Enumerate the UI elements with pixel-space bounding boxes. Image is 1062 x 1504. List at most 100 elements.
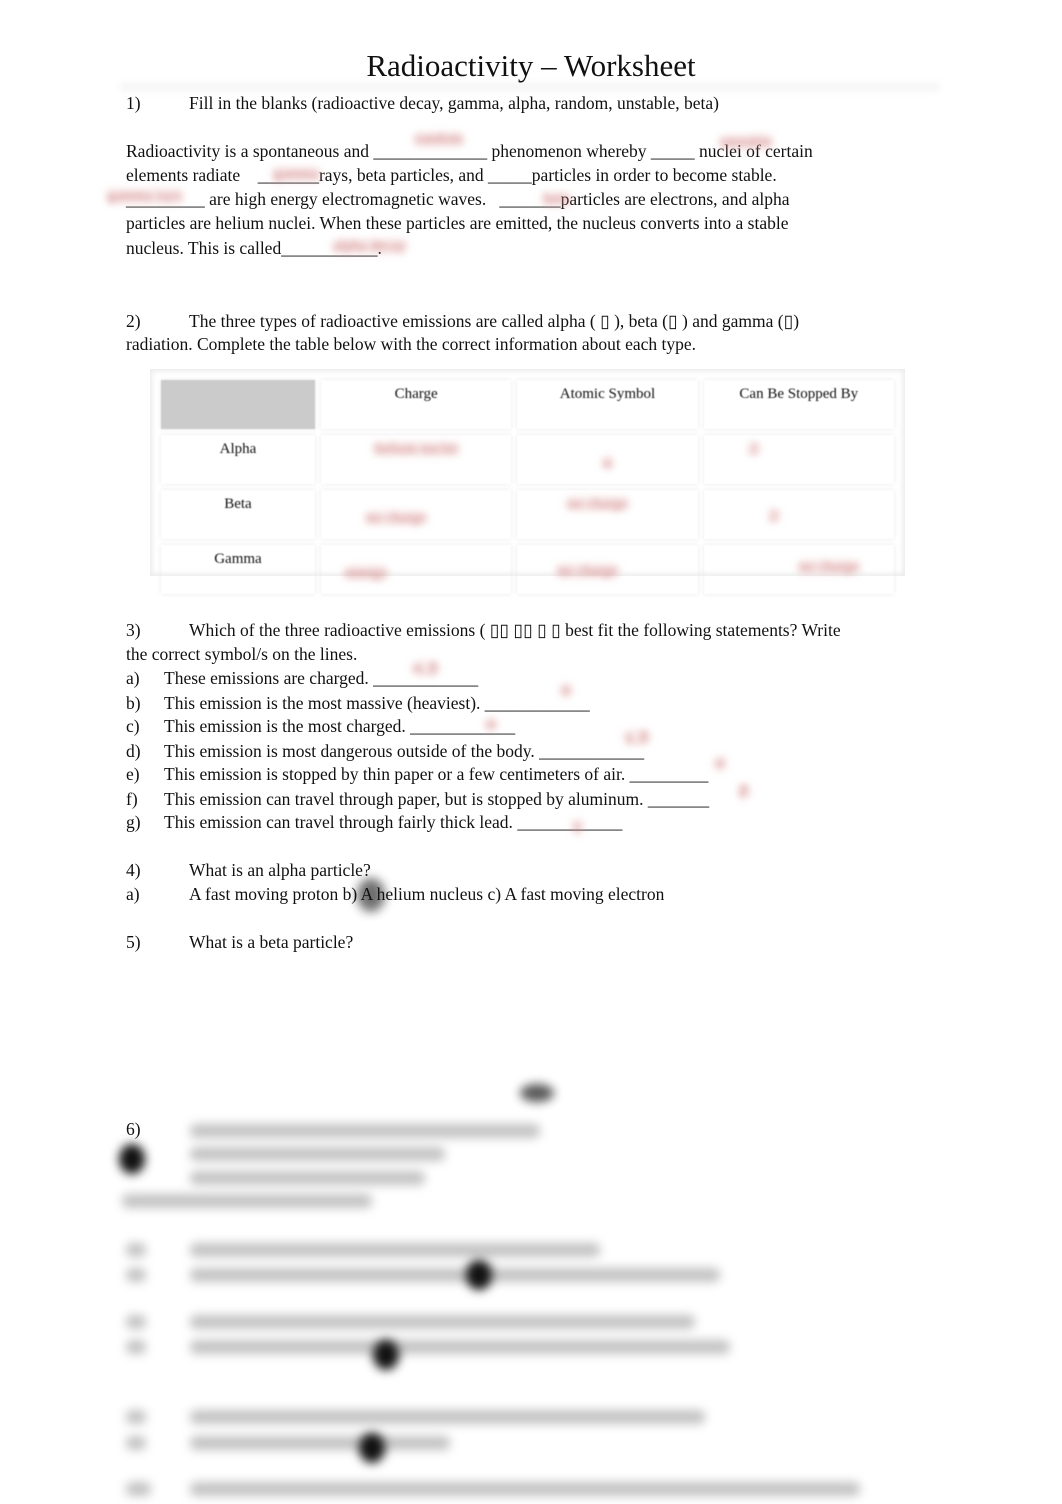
- q1-blank-4[interactable]: _____: [488, 165, 532, 185]
- obscured-text-line: [126, 1340, 146, 1354]
- q1-text: particles in order to become stable.: [531, 165, 777, 185]
- selection-mark: [357, 878, 385, 912]
- q1-text: rays, beta particles, and: [318, 165, 489, 185]
- q3-item-blank[interactable]: ____________: [485, 693, 590, 713]
- table-cell[interactable]: no charge: [517, 545, 697, 594]
- selection-mark: [359, 1433, 385, 1463]
- table-cell[interactable]: energy: [321, 545, 511, 594]
- q3-item-letter: f): [126, 789, 138, 809]
- obscured-text-line: [190, 1340, 730, 1354]
- obscured-text-line: [190, 1171, 425, 1185]
- q3-item: g) This emission can travel through fairl…: [126, 810, 622, 834]
- obscured-answer: helium nuclei: [371, 441, 462, 457]
- selection-mark: [466, 1260, 492, 1290]
- q4-options-text[interactable]: A fast moving proton b) A helium nucleus…: [189, 884, 664, 904]
- obscured-text-line: [190, 1482, 860, 1496]
- obscured-text-line: [126, 1410, 146, 1424]
- obscured-text-line: [126, 1268, 146, 1282]
- q4-number: 4): [126, 860, 141, 880]
- q3-item-text: This emission can travel through paper, …: [164, 789, 648, 809]
- q5-number: 5): [126, 932, 141, 952]
- obscured-answer: γ: [570, 818, 585, 835]
- obscured-answer: alpha decay: [330, 238, 410, 255]
- q5-prompt: What is a beta particle?: [189, 932, 354, 952]
- q3-line-1: 3) Which of the three radioactive emissio…: [126, 618, 841, 642]
- obscured-answer: beta: [540, 191, 573, 208]
- q3-number: 3): [126, 620, 141, 640]
- obscured-answer: α: [483, 716, 499, 733]
- obscured-text-line: [190, 1315, 695, 1329]
- obscured-answer: α, β: [410, 660, 441, 677]
- q3-item-blank[interactable]: _________: [630, 764, 709, 784]
- q4-options: a) A fast moving proton b) A helium nucle…: [126, 882, 664, 906]
- q3-item-text: This emission is stopped by thin paper o…: [164, 764, 630, 784]
- selection-mark: [520, 1084, 554, 1102]
- q1-line-2: elements radiate _______rays, beta parti…: [126, 163, 777, 187]
- table-cell[interactable]: 2: [704, 490, 894, 539]
- table-header-row: Charge Atomic Symbol Can Be Stopped By: [161, 380, 894, 429]
- obscured-text-line: [126, 1436, 146, 1450]
- q6-number: 6): [126, 1119, 141, 1139]
- q1-text: are high energy electromagnetic waves.: [204, 189, 500, 209]
- q3-item-letter: c): [126, 716, 140, 736]
- q3-item-letter: a): [126, 668, 140, 688]
- obscured-answer: α: [599, 455, 616, 471]
- obscured-text-line: [190, 1147, 445, 1161]
- obscured-answer: no charge: [564, 496, 631, 512]
- q2-prompt: The three types of radioactive emissions…: [189, 311, 800, 331]
- q1-text: elements radiate: [126, 165, 245, 185]
- obscured-answer: no charge: [362, 510, 430, 526]
- table-cell[interactable]: helium nuclei: [321, 435, 511, 484]
- table-corner-cell: [161, 380, 315, 429]
- obscured-answer: 2: [766, 508, 782, 524]
- q1-line-4: particles are helium nuclei. When these …: [126, 213, 789, 233]
- obscured-answer: β: [736, 783, 752, 800]
- obscured-answer: γ, β: [622, 729, 652, 746]
- table-cell[interactable]: no charge: [517, 490, 697, 539]
- q2-line-2: radiation. Complete the table below with…: [126, 334, 697, 354]
- obscured-text-line: [190, 1268, 720, 1282]
- q3-prompt: Which of the three radioactive emissions…: [189, 620, 841, 640]
- obscured-answer: 2: [746, 441, 762, 457]
- table-header-charge: Charge: [321, 380, 511, 429]
- table-header-stopped-by: Can Be Stopped By: [704, 380, 894, 429]
- page-title: Radioactivity – Worksheet: [366, 48, 696, 83]
- table-cell[interactable]: no charge: [704, 545, 894, 594]
- table-row-label: Beta: [161, 490, 315, 539]
- obscured-text-line: [122, 1194, 372, 1208]
- q3-item: f) This emission can travel through paper…: [126, 787, 709, 811]
- q1-line-3: _________ are high energy electromagneti…: [126, 187, 789, 211]
- obscured-answer: unstable: [717, 134, 775, 151]
- q3-item: c) This emission is the most charged. ___…: [126, 714, 515, 738]
- table-cell[interactable]: no charge: [321, 490, 511, 539]
- selection-mark: [373, 1340, 399, 1370]
- table-cell[interactable]: α: [517, 435, 697, 484]
- q3-item-letter: e): [126, 764, 140, 784]
- q3-item-text: This emission is the most charged.: [164, 716, 411, 736]
- q1-blank-2[interactable]: _____: [651, 141, 695, 161]
- q2-number: 2): [126, 311, 141, 331]
- table-row-label: Alpha: [161, 435, 315, 484]
- obscured-text-line: [126, 1482, 151, 1496]
- q1-header: 1) Fill in the blanks (radioactive decay,…: [126, 91, 719, 115]
- obscured-text-line: [190, 1436, 450, 1450]
- q3-item-blank[interactable]: ____________: [410, 716, 515, 736]
- q1-text: particles are electrons, and alpha: [560, 189, 790, 209]
- q3-item-text: This emission is the most massive (heavi…: [164, 693, 485, 713]
- obscured-answer: gamma: [270, 166, 323, 183]
- q1-line-1: Radioactivity is a spontaneous and _____…: [126, 139, 813, 163]
- table-row: Alpha helium nuclei α 2: [161, 435, 894, 484]
- q3-item-blank[interactable]: _______: [648, 789, 709, 809]
- q3-item-letter: d): [126, 741, 141, 761]
- q3-item-letter: g): [126, 812, 141, 832]
- table-cell[interactable]: 2: [704, 435, 894, 484]
- q4-option-letter: a): [126, 884, 140, 904]
- selection-mark: [119, 1144, 145, 1174]
- obscured-text-line: [190, 1124, 540, 1138]
- q3-item-letter: b): [126, 693, 141, 713]
- q1-number: 1): [126, 93, 141, 113]
- q4-prompt: What is an alpha particle?: [189, 860, 371, 880]
- q5-header: 5) What is a beta particle?: [126, 930, 353, 954]
- obscured-answer: energy: [341, 565, 391, 581]
- q1-text: phenomenon whereby: [487, 141, 651, 161]
